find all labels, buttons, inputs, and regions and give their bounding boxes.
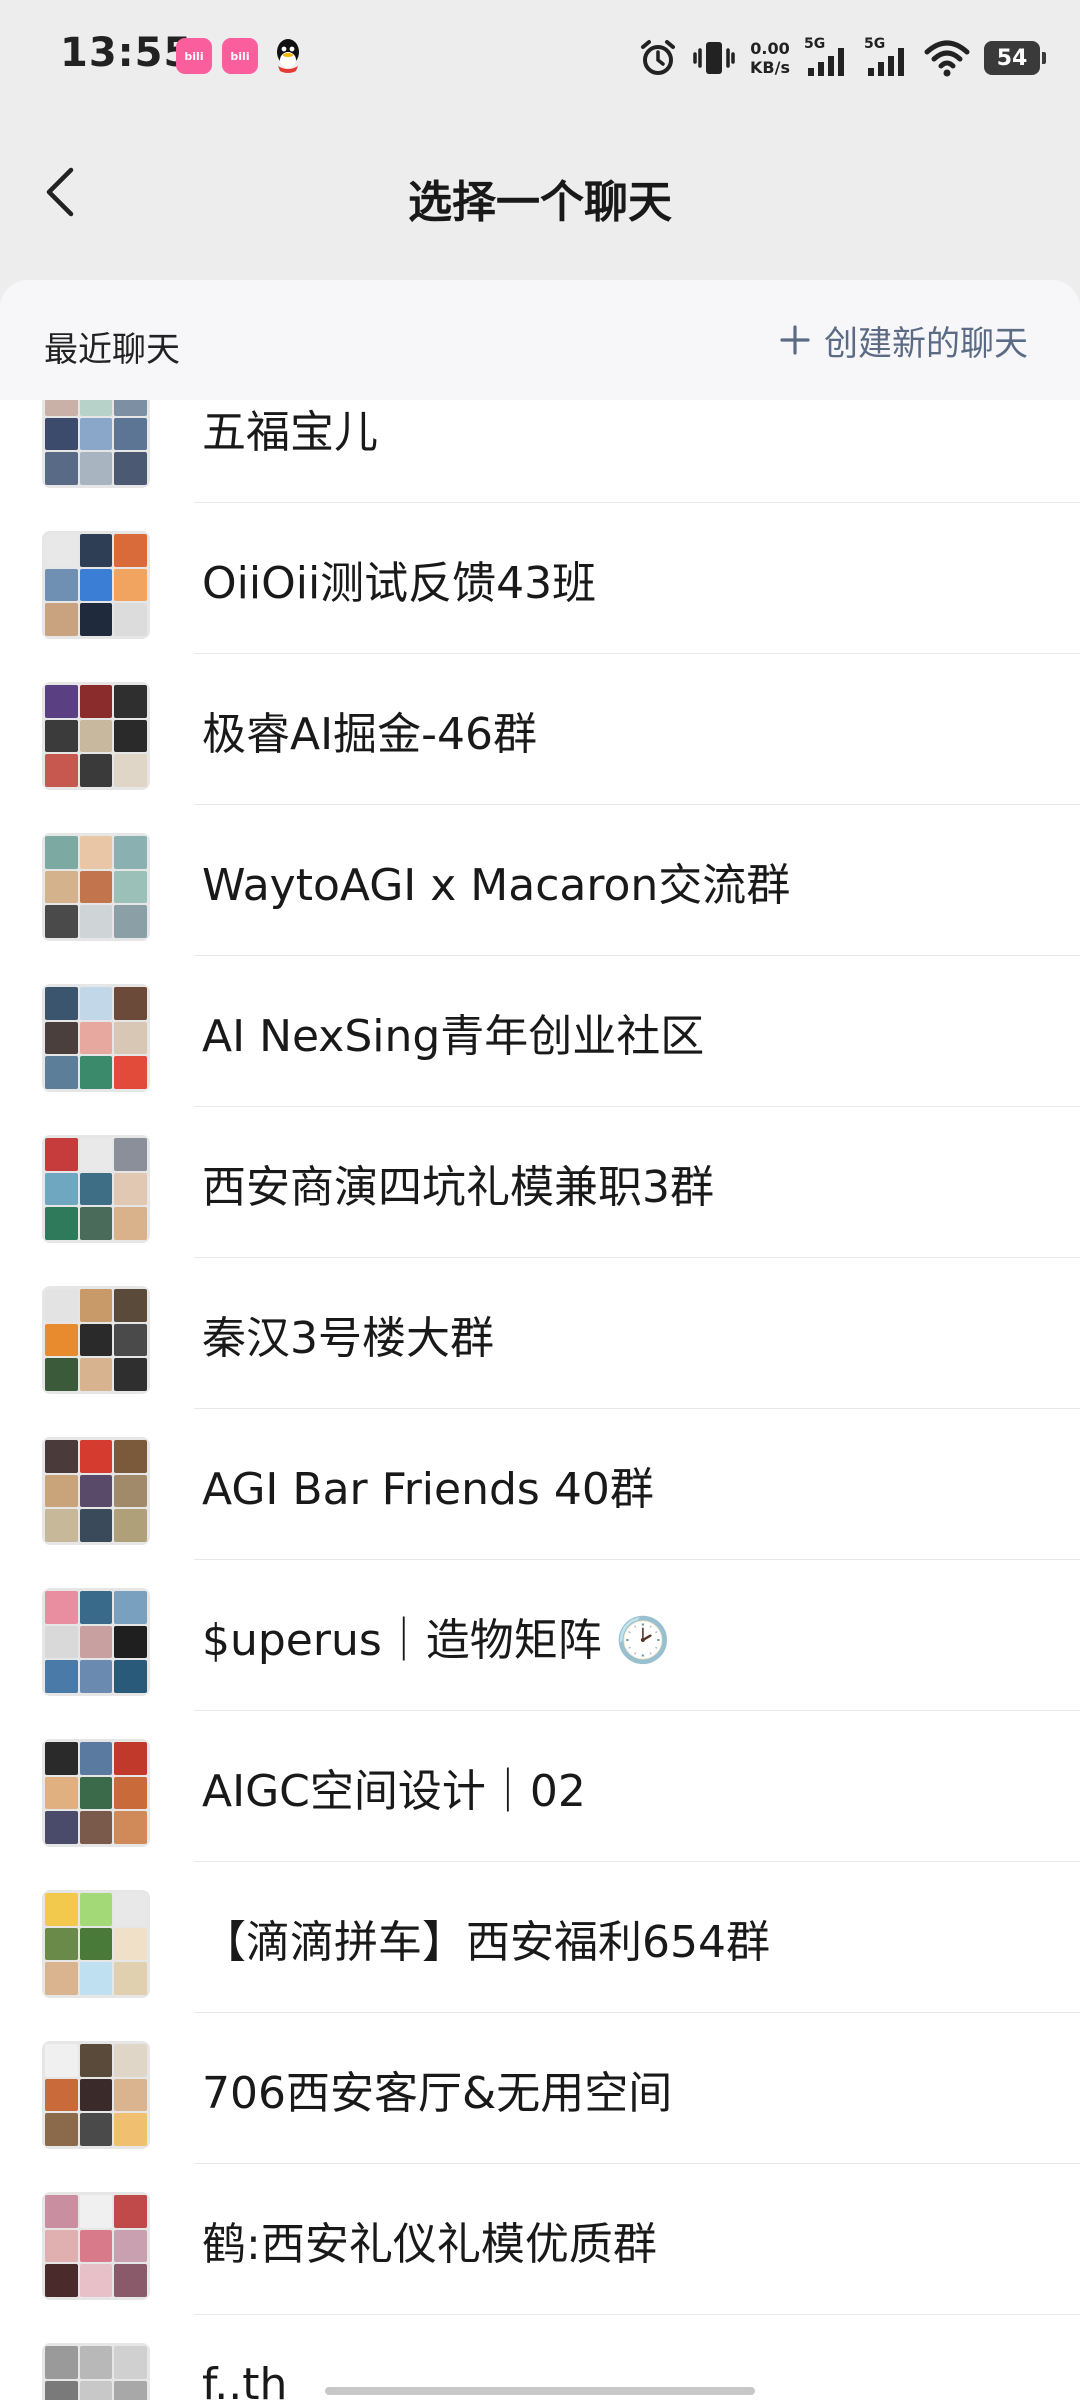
home-indicator[interactable]	[325, 2387, 755, 2395]
bilibili-icon: bili	[222, 38, 258, 74]
recent-chats-label: 最近聊天	[44, 330, 180, 370]
wifi-icon	[924, 40, 970, 77]
plus-icon	[780, 325, 810, 355]
group-avatar	[42, 1437, 150, 1545]
chat-list-item[interactable]: $uperus｜造物矩阵 🕑	[0, 1560, 1080, 1711]
battery-icon: 54	[984, 41, 1046, 75]
group-avatar	[42, 1588, 150, 1696]
network-speed: 0.00 KB/s	[750, 39, 790, 77]
group-avatar	[42, 2192, 150, 2300]
chat-name: WaytoAGI x Macaron交流群	[202, 860, 791, 911]
signal-icon: 5G	[864, 36, 910, 80]
group-avatar	[42, 1135, 150, 1243]
status-icons: 0.00 KB/s 5G 5G 54	[638, 30, 1046, 86]
chat-name: 五福宝儿	[202, 407, 378, 458]
chat-name: 秦汉3号楼大群	[202, 1313, 494, 1364]
status-bar: 13:55 bili bili 0.00 KB/s 5G 5G 54	[0, 0, 1080, 116]
group-avatar	[42, 2041, 150, 2149]
chat-list-item[interactable]: WaytoAGI x Macaron交流群	[0, 805, 1080, 956]
create-new-chat-label: 创建新的聊天	[824, 323, 1028, 364]
group-avatar	[42, 400, 150, 488]
chat-list-item[interactable]: 西安商演四坑礼模兼职3群	[0, 1107, 1080, 1258]
chat-name: 极睿AI掘金-46群	[202, 709, 537, 760]
chat-name: AGI Bar Friends 40群	[202, 1464, 654, 1515]
sheet-header: 最近聊天 创建新的聊天	[0, 280, 1080, 400]
chat-list-item[interactable]: AGI Bar Friends 40群	[0, 1409, 1080, 1560]
chat-name: f..th	[202, 2359, 288, 2400]
chat-name: 鹤:西安礼仪礼模优质群	[202, 2219, 657, 2270]
chat-name: 【滴滴拼车】西安福利654群	[202, 1917, 770, 1968]
chat-name: 706西安客厅&无用空间	[202, 2068, 673, 2119]
chat-name: AI NexSing青年创业社区	[202, 1011, 705, 1062]
page-title: 选择一个聊天	[408, 177, 672, 228]
alarm-icon	[641, 40, 676, 75]
signal-icon: 5G	[804, 36, 850, 80]
group-avatar	[42, 682, 150, 790]
chat-list[interactable]: 五福宝儿 OiiOii测试反馈43班 极睿AI掘金-46群 WaytoAGI x Ma…	[0, 400, 1080, 2400]
chat-list-item[interactable]: OiiOii测试反馈43班	[0, 503, 1080, 654]
chat-list-item[interactable]: 极睿AI掘金-46群	[0, 654, 1080, 805]
group-avatar	[42, 1739, 150, 1847]
create-new-chat-button[interactable]: 创建新的聊天	[780, 316, 1028, 364]
group-avatar	[42, 531, 150, 639]
chat-list-item[interactable]: AI NexSing青年创业社区	[0, 956, 1080, 1107]
group-avatar	[42, 2343, 150, 2400]
chat-name: 西安商演四坑礼模兼职3群	[202, 1162, 714, 1213]
chat-name: OiiOii测试反馈43班	[202, 558, 597, 609]
chat-list-item[interactable]: AIGC空间设计｜02	[0, 1711, 1080, 1862]
chat-picker-sheet: 最近聊天 创建新的聊天 五福宝儿 OiiOii测试反馈43班 极睿AI掘金-46群 W…	[0, 280, 1080, 2400]
nav-bar: 选择一个聊天	[0, 116, 1080, 280]
bilibili-icon: bili	[176, 38, 212, 74]
chat-list-item[interactable]: 鹤:西安礼仪礼模优质群	[0, 2164, 1080, 2315]
vibrate-icon	[693, 42, 735, 74]
chat-name: AIGC空间设计｜02	[202, 1766, 586, 1817]
status-time: 13:55	[60, 30, 193, 76]
chat-list-item[interactable]: 706西安客厅&无用空间	[0, 2013, 1080, 2164]
chat-name: $uperus｜造物矩阵 🕑	[202, 1615, 671, 1666]
qq-icon	[277, 39, 299, 73]
group-avatar	[42, 833, 150, 941]
chat-list-item[interactable]: 【滴滴拼车】西安福利654群	[0, 1862, 1080, 2013]
group-avatar	[42, 984, 150, 1092]
chat-list-item[interactable]: 秦汉3号楼大群	[0, 1258, 1080, 1409]
group-avatar	[42, 1286, 150, 1394]
chat-list-item[interactable]: 五福宝儿	[0, 400, 1080, 503]
group-avatar	[42, 1890, 150, 1998]
